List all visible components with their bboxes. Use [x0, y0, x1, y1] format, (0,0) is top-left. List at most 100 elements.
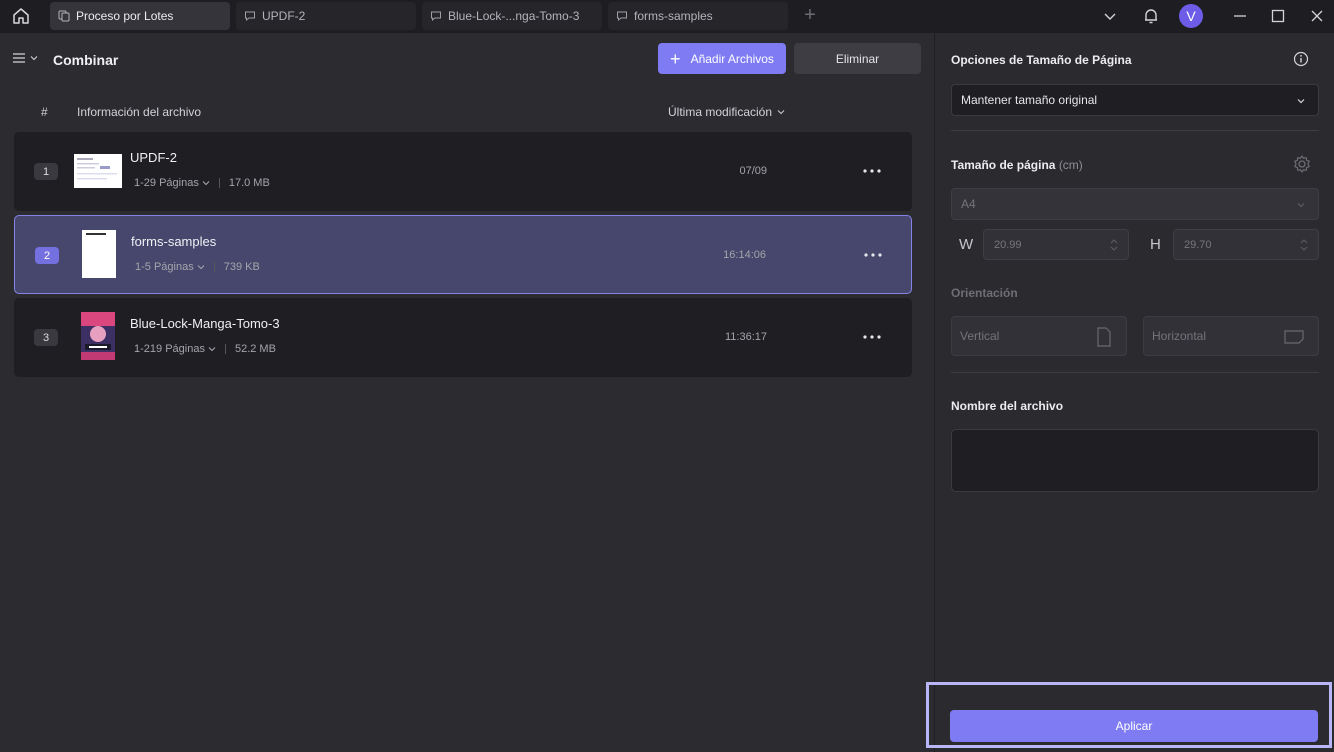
- width-value: 20.99: [994, 238, 1022, 251]
- table-row[interactable]: 2 forms-samples 1-5 Páginas 739 KB 16:14…: [14, 215, 912, 294]
- width-label: W: [959, 236, 974, 253]
- close-icon[interactable]: [1305, 4, 1329, 28]
- chevron-down-icon: [30, 56, 38, 61]
- landscape-page-icon: [1284, 330, 1304, 344]
- tab-label: Blue-Lock-...nga-Tomo-3: [448, 9, 580, 23]
- page-size-title: Tamaño de página (cm): [951, 158, 1083, 172]
- modified-date: 07/09: [739, 165, 767, 177]
- chevron-down-icon: [1297, 99, 1305, 104]
- height-label: H: [1150, 236, 1161, 253]
- tab-label: Proceso por Lotes: [76, 9, 174, 23]
- tab-forms-samples[interactable]: forms-samples: [608, 2, 788, 30]
- page-title: Combinar: [53, 52, 119, 68]
- file-name: Blue-Lock-Manga-Tomo-3: [130, 316, 280, 331]
- info-icon[interactable]: [1293, 51, 1309, 72]
- width-input: 20.99: [983, 229, 1129, 260]
- stepper-icon: [1300, 239, 1308, 251]
- maximize-icon[interactable]: [1266, 4, 1290, 28]
- stepper-icon: [1110, 239, 1118, 251]
- file-size: 739 KB: [223, 261, 260, 273]
- avatar[interactable]: V: [1179, 4, 1203, 28]
- tab-label: UPDF-2: [262, 9, 306, 23]
- file-name: UPDF-2: [130, 150, 177, 165]
- column-header-file-info: Información del archivo: [77, 105, 202, 119]
- more-options-icon[interactable]: [863, 246, 883, 264]
- portrait-page-icon: [1097, 327, 1111, 347]
- column-header-number: #: [41, 105, 48, 119]
- page-size-option-select[interactable]: Mantener tamaño original: [951, 84, 1319, 116]
- add-files-label: Añadir Archivos: [690, 51, 774, 66]
- add-files-button[interactable]: + Añadir Archivos: [658, 43, 786, 74]
- row-index: 2: [35, 247, 59, 264]
- comment-icon: [617, 11, 627, 22]
- document-thumbnail: [82, 230, 116, 278]
- new-tab-plus-icon[interactable]: +: [800, 5, 820, 26]
- divider: [951, 372, 1319, 373]
- tab-batch-process[interactable]: Proceso por Lotes: [50, 2, 230, 30]
- select-value: Mantener tamaño original: [961, 93, 1098, 107]
- tab-updf-2[interactable]: UPDF-2: [236, 2, 416, 30]
- modified-date: 16:14:06: [723, 249, 766, 261]
- page-range-label: 1-219 Páginas: [134, 343, 205, 355]
- gear-icon[interactable]: [1292, 154, 1312, 179]
- page-range-dropdown[interactable]: 1-29 Páginas: [134, 177, 210, 189]
- filename-input[interactable]: [951, 429, 1319, 492]
- hamburger-icon: [13, 53, 25, 63]
- select-value: A4: [961, 197, 976, 211]
- comment-icon: [245, 11, 255, 22]
- divider: [951, 130, 1319, 131]
- minimize-icon[interactable]: [1228, 4, 1252, 28]
- row-index: 3: [34, 329, 58, 346]
- file-meta: 1-29 Páginas 17.0 MB: [134, 177, 270, 189]
- column-header-label: Última modificación: [668, 105, 773, 119]
- more-options-icon[interactable]: [862, 162, 882, 180]
- page-range-label: 1-29 Páginas: [134, 177, 199, 189]
- tab-label: forms-samples: [634, 9, 713, 23]
- file-size: 52.2 MB: [234, 343, 276, 355]
- batch-icon: [58, 10, 70, 22]
- apply-button[interactable]: Aplicar: [950, 710, 1318, 742]
- delete-button[interactable]: Eliminar: [794, 43, 921, 74]
- file-meta: 1-5 Páginas 739 KB: [135, 261, 260, 273]
- divider: [224, 344, 226, 354]
- table-row[interactable]: 1 UPDF-2 1-29 Páginas 17.0 MB 07/09: [14, 132, 912, 211]
- plus-icon: +: [670, 48, 681, 69]
- table-row[interactable]: 3 Blue-Lock-Manga-Tomo-3 1-219 Páginas 5…: [14, 298, 912, 377]
- orientation-label: Vertical: [960, 329, 1000, 343]
- file-list-area: Combinar + Añadir Archivos Eliminar # In…: [0, 33, 928, 752]
- page-range-label: 1-5 Páginas: [135, 261, 194, 273]
- paper-size-select: A4: [951, 188, 1319, 220]
- file-name: forms-samples: [131, 234, 217, 249]
- column-header-last-modified[interactable]: Última modificación: [668, 105, 785, 119]
- file-size: 17.0 MB: [228, 177, 270, 189]
- modified-date: 11:36:17: [724, 331, 767, 343]
- tab-blue-lock[interactable]: Blue-Lock-...nga-Tomo-3: [422, 2, 602, 30]
- orientation-title: Orientación: [951, 286, 1018, 300]
- bell-icon[interactable]: [1139, 4, 1163, 28]
- chevron-down-icon: [208, 347, 216, 352]
- chevron-down-icon[interactable]: [1098, 4, 1122, 28]
- manga-cover-thumbnail: [81, 312, 115, 360]
- document-thumbnail: [74, 154, 122, 188]
- chevron-down-icon: [1297, 203, 1305, 208]
- page-size-title-text: Tamaño de página: [951, 158, 1056, 172]
- menu-button[interactable]: [12, 51, 38, 65]
- row-index: 1: [34, 163, 58, 180]
- chevron-down-icon: [197, 265, 205, 270]
- divider: [213, 262, 215, 272]
- comment-icon: [431, 11, 441, 22]
- settings-panel: Opciones de Tamaño de Página Mantener ta…: [934, 33, 1334, 752]
- orientation-horizontal-option: Horizontal: [1143, 316, 1319, 356]
- file-meta: 1-219 Páginas 52.2 MB: [134, 343, 276, 355]
- title-bar: Proceso por Lotes UPDF-2 Blue-Lock-...ng…: [0, 0, 1334, 33]
- chevron-down-icon: [777, 110, 785, 115]
- height-value: 29.70: [1184, 238, 1212, 251]
- page-range-dropdown[interactable]: 1-5 Páginas: [135, 261, 205, 273]
- home-icon[interactable]: [8, 5, 34, 27]
- height-input: 29.70: [1173, 229, 1319, 260]
- more-options-icon[interactable]: [862, 328, 882, 346]
- orientation-vertical-option: Vertical: [951, 316, 1127, 356]
- page-range-dropdown[interactable]: 1-219 Páginas: [134, 343, 216, 355]
- chevron-down-icon: [202, 181, 210, 186]
- filename-title: Nombre del archivo: [951, 399, 1064, 413]
